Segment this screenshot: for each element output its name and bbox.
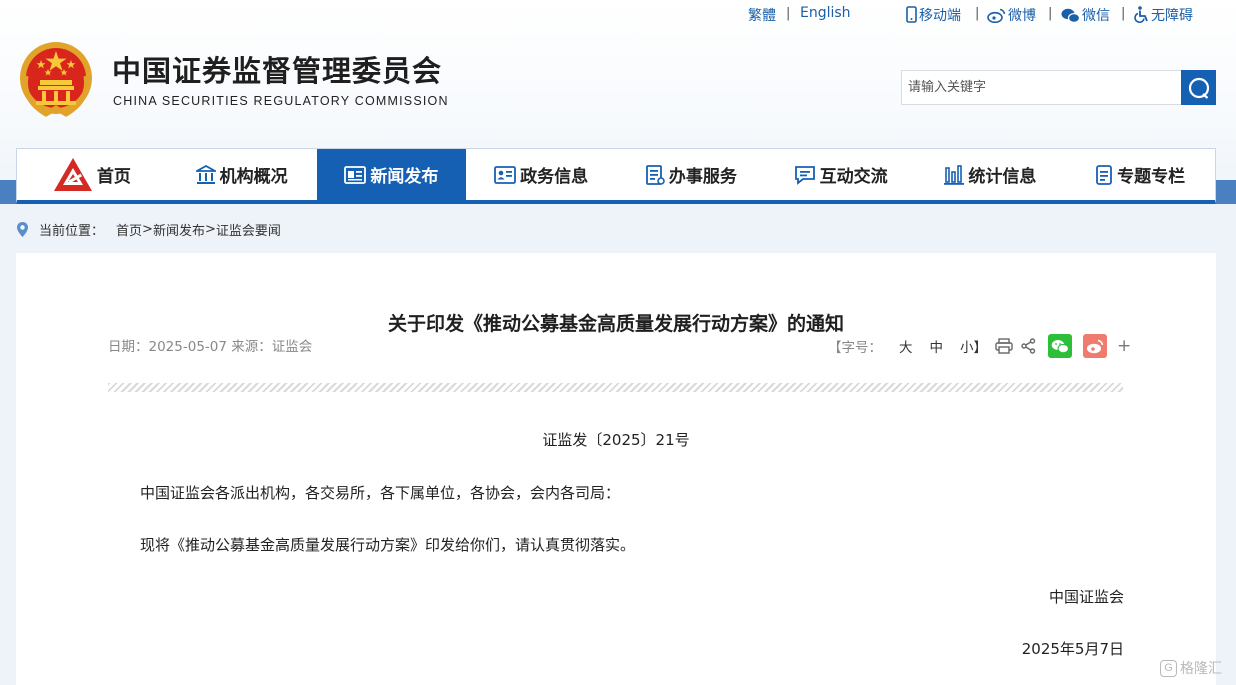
traditional-chinese-link[interactable]: 繁體 (748, 5, 776, 25)
building-icon (195, 164, 216, 184)
separator: | (975, 6, 980, 21)
english-link[interactable]: English (800, 5, 851, 21)
breadcrumb-prefix: 当前位置： (39, 223, 105, 239)
accessibility-link[interactable]: 无障碍 (1134, 5, 1193, 25)
nav-item-statistics[interactable]: 统计信息 (916, 149, 1066, 200)
accessibility-link-label: 无障碍 (1151, 8, 1193, 24)
title-divider (108, 383, 1123, 392)
font-size-medium-button[interactable]: 中 (930, 336, 944, 356)
separator: | (1121, 6, 1126, 21)
separator: | (1048, 6, 1053, 21)
share-icon (1021, 338, 1036, 354)
search-button[interactable] (1181, 70, 1216, 105)
mobile-link-label: 移动端 (919, 8, 961, 24)
id-card-icon (494, 165, 517, 184)
main-nav: 首页 机构概况 新闻发布 政务信息 办事服务 互动交流 统计信息 专题专栏 (16, 148, 1216, 204)
site-subtitle: CHINA SECURITIES REGULATORY COMMISSION (113, 94, 449, 108)
bar-chart-icon (944, 164, 965, 185)
nav-item-label: 专题专栏 (1117, 167, 1186, 187)
watermark-text: 格隆汇 (1180, 661, 1222, 677)
breadcrumb-sep: > (142, 221, 153, 237)
nav-item-services[interactable]: 办事服务 (616, 149, 766, 200)
document-number: 证监发〔2025〕21号 (542, 431, 690, 449)
nav-item-label: 政务信息 (520, 167, 589, 187)
site-title: 中国证券监督管理委员会 (112, 54, 443, 88)
nav-item-label: 统计信息 (968, 167, 1037, 187)
wechat-share-button[interactable] (1048, 334, 1072, 358)
more-share-button[interactable]: + (1117, 336, 1131, 356)
nav-item-label: 新闻发布 (370, 167, 439, 187)
csrc-logo-icon (53, 157, 92, 191)
newspaper-icon (344, 165, 367, 184)
search-input[interactable] (902, 71, 1181, 104)
article-title: 关于印发《推动公募基金高质量发展行动方案》的通知 (387, 313, 844, 335)
separator: | (786, 6, 791, 21)
national-emblem-logo[interactable] (16, 36, 96, 120)
wechat-link[interactable]: 微信 (1061, 5, 1110, 25)
article-signature: 中国证监会 (1048, 588, 1124, 606)
wechat-link-label: 微信 (1082, 8, 1110, 24)
print-button[interactable] (995, 338, 1013, 354)
nav-item-label: 首页 (96, 167, 131, 187)
nav-item-news[interactable]: 新闻发布 (316, 149, 467, 200)
font-size-label: 【字号： (828, 340, 882, 356)
nav-item-label: 机构概况 (219, 167, 288, 187)
location-pin-icon (17, 221, 28, 237)
wheelchair-icon (1134, 6, 1148, 23)
nav-item-topics[interactable]: 专题专栏 (1065, 149, 1215, 200)
article-container: 关于印发《推动公募基金高质量发展行动方案》的通知 日期：2025-05-07 来… (16, 253, 1216, 685)
font-size-large-button[interactable]: 大 (899, 336, 913, 356)
nav-item-label: 办事服务 (668, 167, 737, 187)
notepad-icon (1096, 164, 1113, 185)
printer-icon (995, 338, 1013, 354)
weibo-link-label: 微博 (1008, 8, 1036, 24)
nav-item-government-info[interactable]: 政务信息 (466, 149, 616, 200)
nav-item-home[interactable]: 首页 (17, 149, 167, 200)
wechat-icon (1051, 339, 1069, 353)
breadcrumb-home[interactable]: 首页 (116, 220, 142, 239)
article-date: 2025年5月7日 (1021, 640, 1124, 658)
breadcrumb-news[interactable]: 新闻发布 (153, 220, 205, 239)
gelonghui-watermark: G 格隆汇 (1160, 657, 1232, 679)
watermark-badge: G (1160, 659, 1177, 677)
nav-item-label: 互动交流 (819, 167, 888, 187)
share-button[interactable] (1021, 338, 1036, 354)
article-tools: 【字号： 大 中 小】 + (828, 333, 1131, 359)
mobile-link[interactable]: 移动端 (906, 5, 961, 25)
mobile-phone-icon (906, 6, 917, 23)
article-paragraph: 中国证监会各派出机构，各交易所，各下属单位，各协会，会内各司局： (140, 484, 621, 502)
font-size-small-button[interactable]: 小】 (960, 336, 987, 356)
breadcrumb-csrc-news[interactable]: 证监会要闻 (216, 220, 281, 239)
weibo-icon (987, 8, 1006, 24)
weibo-share-button[interactable] (1083, 334, 1107, 358)
weibo-link[interactable]: 微博 (987, 5, 1036, 25)
breadcrumb: 当前位置： 首页 > 新闻发布 > 证监会要闻 (16, 219, 281, 239)
nav-item-about[interactable]: 机构概况 (167, 149, 317, 200)
article-paragraph: 现将《推动公募基金高质量发展行动方案》印发给你们，请认真贯彻落实。 (140, 536, 636, 554)
breadcrumb-sep: > (204, 221, 216, 237)
weibo-icon (1087, 339, 1104, 353)
nav-item-interaction[interactable]: 互动交流 (766, 149, 916, 200)
chat-bubble-icon (794, 165, 815, 185)
article-meta: 日期：2025-05-07 来源：证监会 (108, 339, 313, 355)
search-icon (1188, 77, 1209, 99)
document-list-icon (645, 164, 665, 185)
wechat-icon (1061, 8, 1081, 24)
search-box (901, 70, 1181, 105)
